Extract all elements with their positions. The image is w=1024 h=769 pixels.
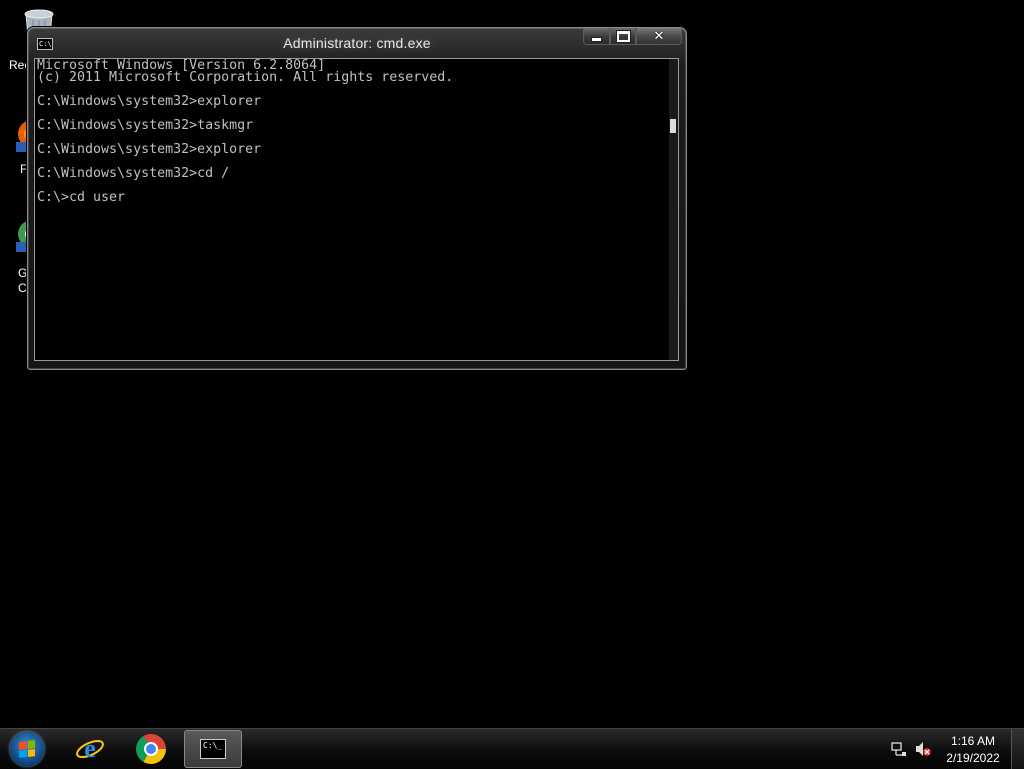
title-bar[interactable]: C:\ Administrator: cmd.exe ✕: [28, 28, 686, 58]
cmd-icon: C:\_: [200, 739, 226, 759]
console-output[interactable]: Microsoft Windows [Version 6.2.8064] (c)…: [37, 59, 666, 204]
close-button[interactable]: ✕: [636, 28, 682, 45]
network-icon[interactable]: [891, 741, 907, 757]
chrome-icon: [136, 734, 166, 764]
taskbar: e C:\_ 1:16 AM 2/19/2022: [0, 728, 1024, 769]
maximize-button[interactable]: [610, 28, 636, 45]
minimize-icon: [591, 36, 602, 42]
chrome-label: G C: [18, 266, 28, 295]
minimize-button[interactable]: [583, 28, 610, 45]
taskbar-internet-explorer[interactable]: e: [61, 730, 119, 768]
close-icon: ✕: [653, 28, 665, 44]
start-button[interactable]: [7, 731, 47, 767]
caption-buttons: ✕: [583, 28, 682, 47]
clock-date: 2/19/2022: [946, 751, 1000, 765]
console-area[interactable]: Microsoft Windows [Version 6.2.8064] (c)…: [34, 58, 679, 361]
taskbar-cmd[interactable]: C:\_: [184, 730, 242, 768]
system-clock[interactable]: 1:16 AM 2/19/2022: [936, 733, 1010, 767]
clock-time: 1:16 AM: [950, 734, 996, 748]
taskbar-chrome[interactable]: [122, 730, 180, 768]
maximize-icon: [615, 29, 631, 43]
cmd-window[interactable]: C:\ Administrator: cmd.exe ✕ Microsoft W…: [27, 27, 687, 370]
scrollbar-thumb[interactable]: [670, 119, 676, 133]
ie-icon: e: [76, 734, 104, 763]
show-desktop-button[interactable]: [1011, 729, 1024, 769]
volume-muted-icon[interactable]: [915, 741, 931, 757]
svg-text:e: e: [84, 734, 96, 763]
windows-orb-icon: [10, 732, 44, 766]
vertical-scrollbar[interactable]: [669, 59, 678, 360]
